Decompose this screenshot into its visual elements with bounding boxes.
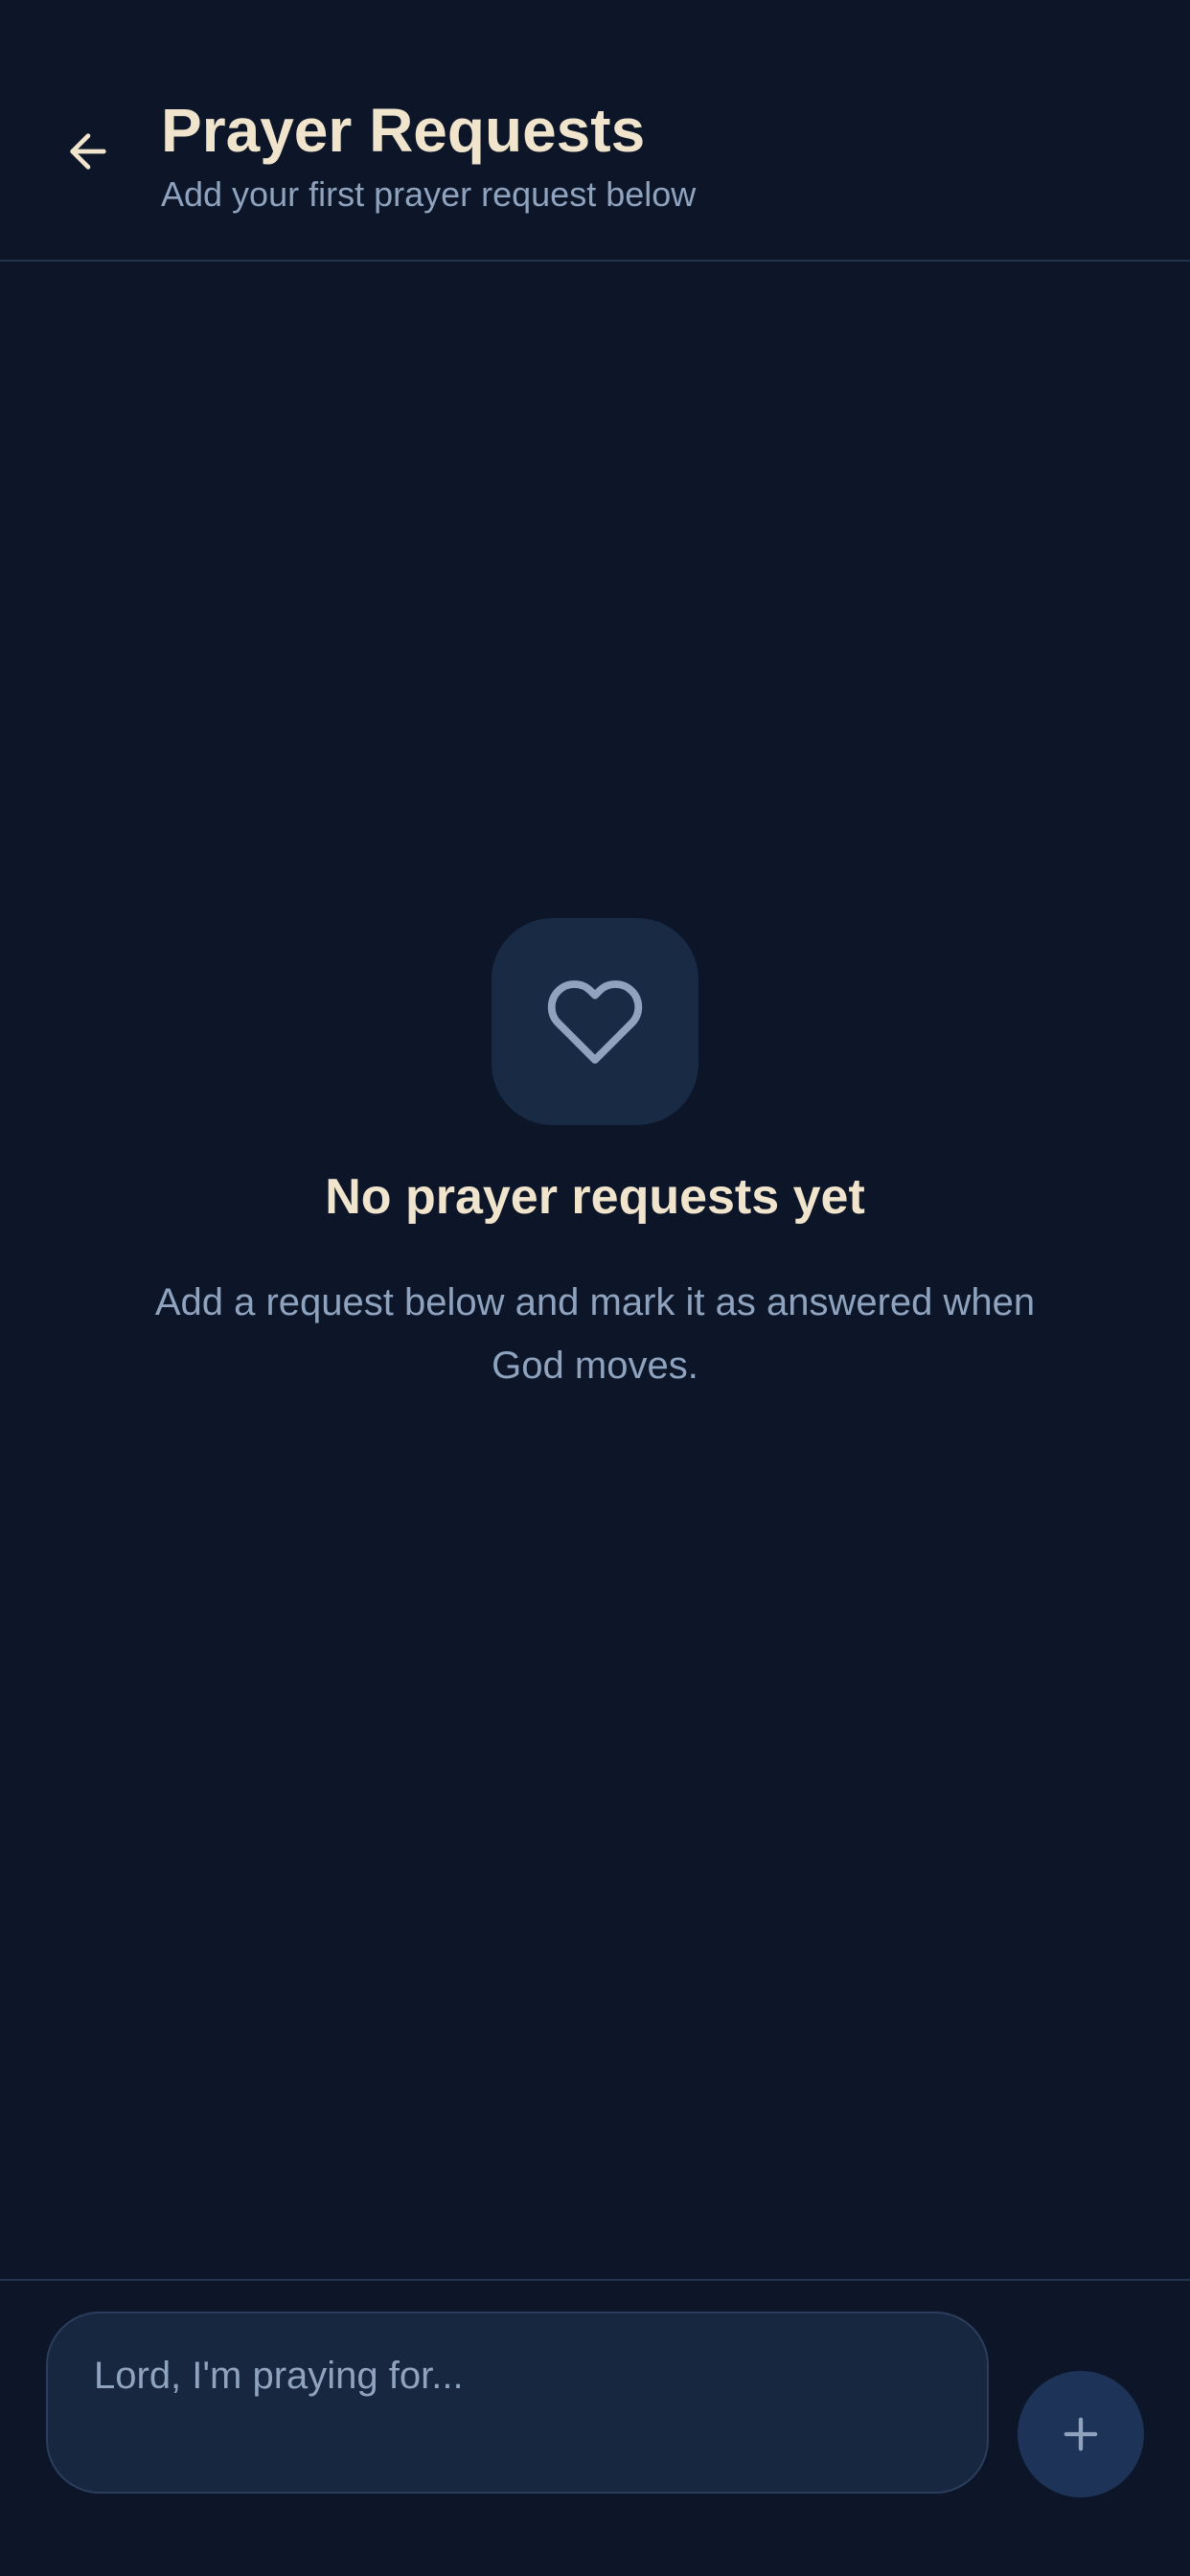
page-title: Prayer Requests [161, 96, 646, 165]
empty-state-title: No prayer requests yet [325, 1169, 865, 1225]
empty-state-description: Add a request below and mark it as answe… [154, 1281, 1036, 1387]
plus-icon [1064, 2417, 1098, 2451]
arrow-left-icon [70, 133, 106, 170]
prayer-input-container[interactable] [46, 2312, 989, 2494]
heart-icon [547, 980, 643, 1064]
page-subtitle: Add your first prayer request below [161, 174, 697, 214]
empty-state: No prayer requests yet Add a request bel… [0, 918, 1190, 1397]
add-request-button[interactable] [1018, 2371, 1144, 2497]
empty-state-icon-box [492, 918, 698, 1125]
composer-bar [0, 2279, 1190, 2576]
back-button[interactable] [54, 117, 123, 186]
header: Prayer Requests Add your first prayer re… [0, 0, 1190, 262]
prayer-request-input[interactable] [94, 2352, 941, 2453]
